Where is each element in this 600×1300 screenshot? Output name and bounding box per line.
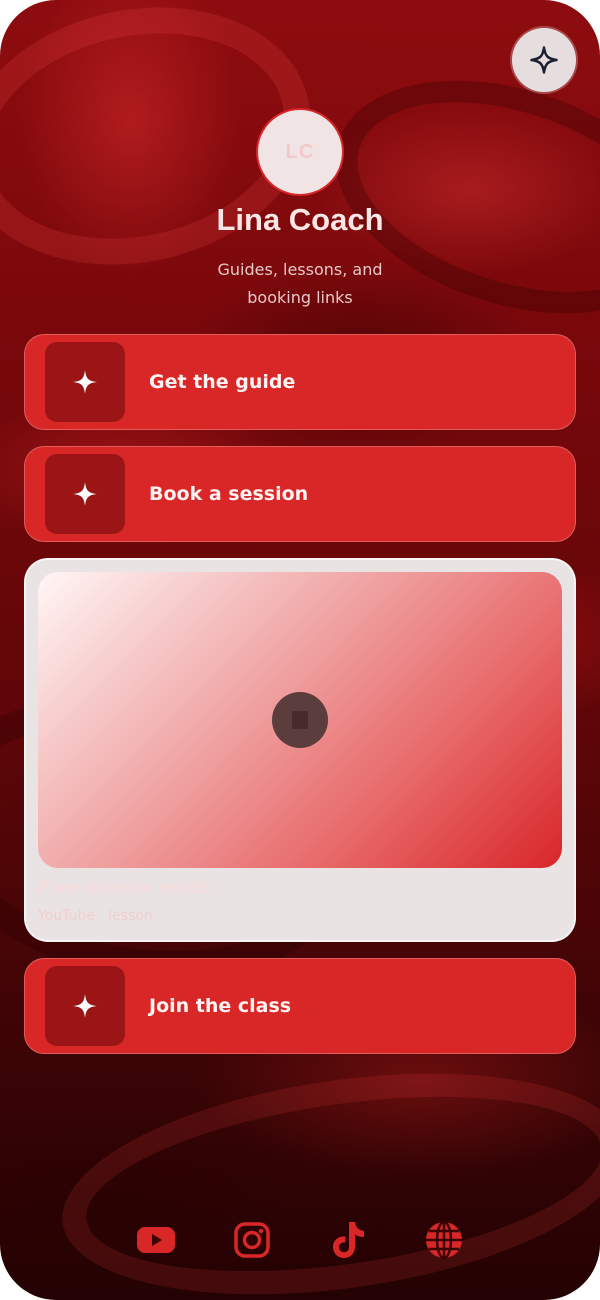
tiktok-link[interactable] xyxy=(324,1216,372,1264)
website-link[interactable] xyxy=(420,1216,468,1264)
avatar: LC xyxy=(256,108,344,196)
link-get-the-guide[interactable]: Get the guide xyxy=(24,334,576,430)
video-title: Five-minute reset xyxy=(38,878,209,898)
sparkle-icon xyxy=(73,994,97,1018)
tiktok-icon xyxy=(333,1222,364,1258)
link-icon-tile xyxy=(45,454,125,534)
video-subtitle: YouTube · lesson xyxy=(38,908,153,924)
profile-bio: Guides, lessons, and booking links xyxy=(217,260,383,307)
link-join-the-class[interactable]: Join the class xyxy=(24,958,576,1054)
link-label: Join the class xyxy=(149,995,292,1017)
youtube-icon xyxy=(137,1227,175,1253)
link-icon-tile xyxy=(45,342,125,422)
link-label: Book a session xyxy=(149,483,309,505)
sparkle-icon xyxy=(73,370,97,394)
social-links xyxy=(0,1216,600,1264)
play-button[interactable] xyxy=(272,692,328,748)
sparkle-icon xyxy=(530,46,558,74)
link-icon-tile xyxy=(45,966,125,1046)
play-icon xyxy=(292,711,308,729)
video-card[interactable]: Five-minute reset YouTube · lesson xyxy=(24,558,576,942)
sparkle-icon xyxy=(73,482,97,506)
globe-icon xyxy=(426,1220,462,1260)
sparkle-menu-button[interactable] xyxy=(512,28,576,92)
link-book-a-session[interactable]: Book a session xyxy=(24,446,576,542)
instagram-link[interactable] xyxy=(228,1216,276,1264)
link-label: Get the guide xyxy=(149,371,296,393)
avatar-initials: LC xyxy=(285,140,315,163)
video-thumbnail[interactable] xyxy=(38,572,562,868)
instagram-icon xyxy=(234,1222,270,1258)
profile-name: Lina Coach xyxy=(216,202,384,237)
profile-page: LC Lina Coach Guides, lessons, and booki… xyxy=(0,0,600,1300)
youtube-link[interactable] xyxy=(132,1216,180,1264)
